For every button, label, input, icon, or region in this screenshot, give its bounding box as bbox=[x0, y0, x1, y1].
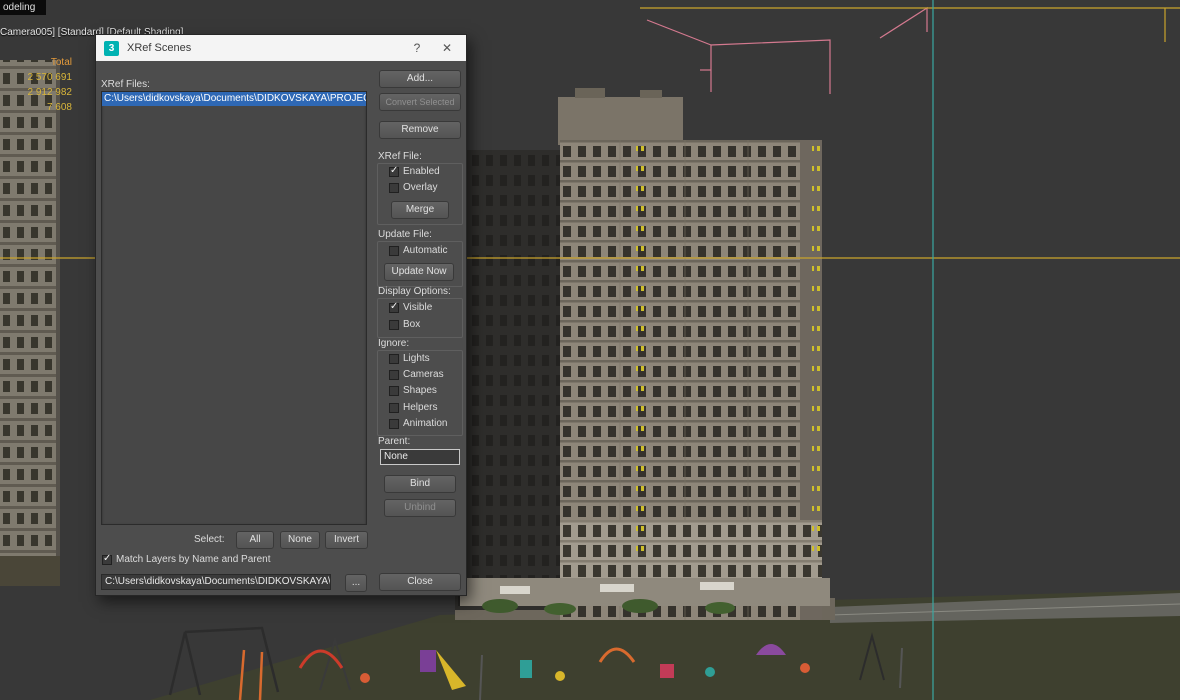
select-invert-button[interactable]: Invert bbox=[325, 531, 368, 549]
helpers-checkbox[interactable] bbox=[389, 403, 399, 413]
match-layers-label: Match Layers by Name and Parent bbox=[116, 554, 271, 565]
cameras-label: Cameras bbox=[403, 369, 444, 380]
update-now-button[interactable]: Update Now bbox=[384, 263, 454, 281]
overlay-checkbox[interactable] bbox=[389, 183, 399, 193]
convert-selected-button[interactable]: Convert Selected bbox=[379, 93, 461, 111]
scene-path-field[interactable]: C:\Users\didkovskaya\Documents\DIDKOVSKA… bbox=[101, 574, 331, 590]
ignore-group-label: Ignore: bbox=[378, 338, 409, 349]
visible-checkbox[interactable] bbox=[389, 303, 399, 313]
lights-row: Lights bbox=[389, 353, 430, 364]
help-button[interactable]: ? bbox=[406, 41, 428, 55]
list-item[interactable]: C:\Users\didkovskaya\Documents\DIDKOVSKA… bbox=[102, 92, 366, 106]
automatic-row: Automatic bbox=[389, 245, 447, 256]
display-options-group-label: Display Options: bbox=[378, 286, 451, 297]
select-all-button[interactable]: All bbox=[236, 531, 274, 549]
box-checkbox[interactable] bbox=[389, 320, 399, 330]
xref-file-group-label: XRef File: bbox=[378, 151, 422, 162]
unbind-button[interactable]: Unbind bbox=[384, 499, 456, 517]
box-label: Box bbox=[403, 319, 420, 330]
lights-label: Lights bbox=[403, 353, 430, 364]
xref-scenes-dialog: 3 XRef Scenes ? ✕ XRef Files: C:\Users\d… bbox=[95, 34, 467, 596]
parent-label: Parent: bbox=[378, 436, 410, 447]
automatic-label: Automatic bbox=[403, 245, 447, 256]
box-row: Box bbox=[389, 319, 420, 330]
enabled-label: Enabled bbox=[403, 166, 440, 177]
bind-button[interactable]: Bind bbox=[384, 475, 456, 493]
xref-files-label: XRef Files: bbox=[101, 79, 150, 90]
cameras-checkbox[interactable] bbox=[389, 370, 399, 380]
stats-value: 7 608 bbox=[0, 100, 72, 115]
automatic-checkbox[interactable] bbox=[389, 246, 399, 256]
menu-tab-modeling[interactable]: odeling bbox=[0, 0, 46, 15]
enabled-checkbox[interactable] bbox=[389, 167, 399, 177]
viewport-statistics: Total 2 570 691 2 912 982 7 608 bbox=[0, 55, 72, 115]
remove-button[interactable]: Remove bbox=[379, 121, 461, 139]
cameras-row: Cameras bbox=[389, 369, 444, 380]
floor-markers-right bbox=[812, 140, 820, 560]
left-building bbox=[0, 60, 60, 586]
stats-title: Total bbox=[0, 55, 72, 70]
floor-markers-left bbox=[636, 140, 644, 560]
dialog-title: XRef Scenes bbox=[127, 42, 191, 54]
select-label: Select: bbox=[194, 534, 225, 545]
merge-button[interactable]: Merge bbox=[391, 201, 449, 219]
close-icon[interactable]: ✕ bbox=[436, 41, 458, 55]
dialog-titlebar[interactable]: 3 XRef Scenes ? ✕ bbox=[96, 35, 466, 61]
lights-checkbox[interactable] bbox=[389, 354, 399, 364]
helpers-row: Helpers bbox=[389, 402, 437, 413]
visible-row: Visible bbox=[389, 302, 432, 313]
update-file-group-label: Update File: bbox=[378, 229, 432, 240]
stats-value: 2 912 982 bbox=[0, 85, 72, 100]
overlay-row: Overlay bbox=[389, 182, 437, 193]
match-layers-checkbox[interactable] bbox=[102, 555, 112, 565]
match-layers-row: Match Layers by Name and Parent bbox=[102, 554, 271, 565]
close-button[interactable]: Close bbox=[379, 573, 461, 591]
main-building bbox=[455, 88, 830, 620]
shapes-label: Shapes bbox=[403, 385, 437, 396]
add-button[interactable]: Add... bbox=[379, 70, 461, 88]
shapes-row: Shapes bbox=[389, 385, 437, 396]
animation-checkbox[interactable] bbox=[389, 419, 399, 429]
select-none-button[interactable]: None bbox=[280, 531, 320, 549]
parent-field[interactable]: None bbox=[380, 449, 460, 465]
xref-file-list[interactable]: C:\Users\didkovskaya\Documents\DIDKOVSKA… bbox=[101, 91, 367, 525]
animation-label: Animation bbox=[403, 418, 447, 429]
enabled-row: Enabled bbox=[389, 166, 440, 177]
overlay-label: Overlay bbox=[403, 182, 437, 193]
helpers-label: Helpers bbox=[403, 402, 437, 413]
3dsmax-icon: 3 bbox=[104, 41, 119, 56]
visible-label: Visible bbox=[403, 302, 432, 313]
browse-button[interactable]: ... bbox=[345, 574, 367, 592]
animation-row: Animation bbox=[389, 418, 447, 429]
shapes-checkbox[interactable] bbox=[389, 386, 399, 396]
stats-value: 2 570 691 bbox=[0, 70, 72, 85]
